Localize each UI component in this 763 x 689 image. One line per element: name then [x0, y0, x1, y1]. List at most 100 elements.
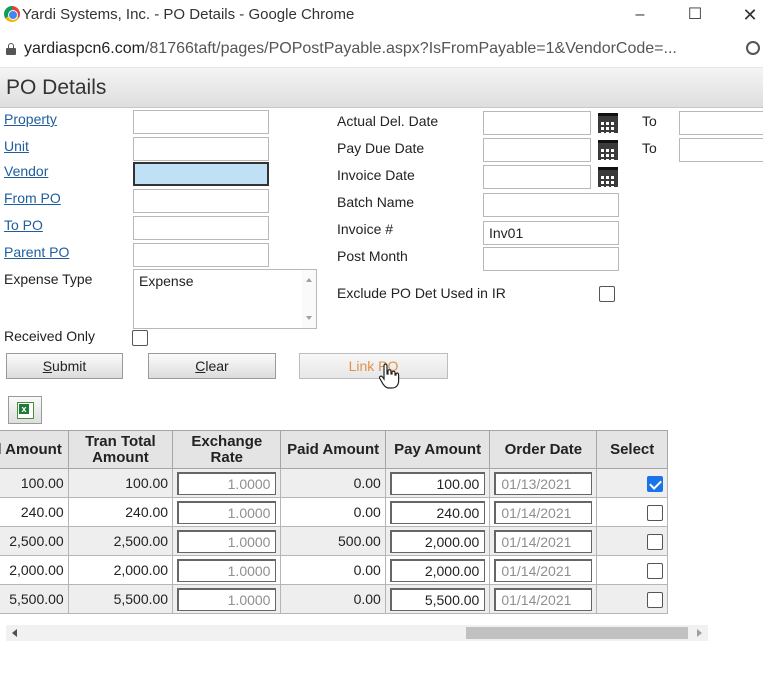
select-checkbox[interactable] [647, 533, 663, 550]
calendar-icon[interactable] [598, 167, 618, 187]
exchange-rate-input[interactable]: 1.0000 [177, 500, 277, 524]
select-cell [596, 497, 668, 527]
minimize-button[interactable]: – [620, 2, 660, 28]
invoice-date-input[interactable] [483, 165, 591, 189]
expense-type-scrollbar[interactable] [302, 270, 316, 328]
excel-export-icon[interactable]: x [8, 396, 42, 424]
pay-due-date-to-label: To [642, 140, 657, 156]
clear-button[interactable]: Clear [148, 353, 276, 379]
header-pay-amount[interactable]: Pay Amount [384, 430, 491, 469]
paid-amount-cell: 500.00 [280, 526, 386, 556]
select-cell [596, 555, 668, 585]
pay-amount-input[interactable]: 2,000.00 [389, 558, 486, 582]
close-button[interactable]: ✕ [730, 2, 763, 28]
order-date-input[interactable]: 01/14/2021 [494, 500, 593, 524]
scroll-down-icon[interactable] [306, 316, 312, 320]
link-po-button[interactable]: Link PO [299, 353, 448, 379]
from-po-link[interactable]: From PO [4, 190, 61, 206]
total-amount-cell: 2,500.00 [0, 526, 69, 556]
to-po-input[interactable] [133, 216, 269, 240]
order-date-input[interactable]: 01/14/2021 [494, 587, 593, 611]
order-date-input[interactable]: 01/13/2021 [494, 471, 593, 495]
expense-type-label: Expense Type [4, 271, 93, 287]
header-total-amount[interactable]: Total Amount [0, 430, 69, 469]
from-po-input[interactable] [133, 189, 269, 213]
order-date-cell: 01/14/2021 [489, 526, 598, 556]
exchange-rate-input[interactable]: 1.0000 [177, 587, 277, 611]
select-checkbox[interactable] [647, 475, 663, 492]
lock-icon[interactable] [6, 43, 16, 55]
property-input[interactable] [133, 110, 269, 134]
tran-total-cell: 5,500.00 [67, 584, 174, 614]
order-date-input[interactable]: 01/14/2021 [494, 529, 593, 553]
total-amount-cell: 5,500.00 [0, 584, 69, 614]
zoom-icon[interactable] [746, 41, 760, 55]
order-date-cell: 01/14/2021 [489, 497, 598, 527]
tran-total-cell: 2,500.00 [67, 526, 174, 556]
table-row: 240.00 240.00 1.0000 0.00 240.00 01/14/2… [0, 497, 668, 527]
paid-amount-cell: 0.00 [280, 584, 386, 614]
exchange-rate-input[interactable]: 1.0000 [177, 558, 277, 582]
header-exchange-rate[interactable]: Exchange Rate [172, 430, 282, 469]
invoice-number-input[interactable] [483, 221, 619, 245]
maximize-button[interactable]: ☐ [675, 2, 715, 28]
submit-accesskey: S [42, 358, 53, 374]
header-paid-amount[interactable]: Paid Amount [280, 430, 386, 469]
parent-po-input[interactable] [133, 243, 269, 267]
table-row: 100.00 100.00 1.0000 0.00 100.00 01/13/2… [0, 468, 668, 498]
exclude-po-label: Exclude PO Det Used in IR [337, 285, 506, 301]
pay-amount-input[interactable]: 2,000.00 [389, 529, 486, 553]
page-title: PO Details [6, 76, 107, 99]
exchange-rate-cell: 1.0000 [172, 555, 282, 585]
pay-due-date-to-input[interactable] [679, 138, 763, 162]
table-row: 2,500.00 2,500.00 1.0000 500.00 2,000.00… [0, 526, 668, 556]
scroll-left-icon[interactable] [12, 629, 17, 637]
grid-horizontal-scrollbar[interactable] [6, 625, 708, 641]
tran-total-cell: 100.00 [67, 468, 174, 498]
pay-due-date-input[interactable] [483, 138, 591, 162]
pay-amount-input[interactable]: 5,500.00 [389, 587, 486, 611]
vendor-link[interactable]: Vendor [4, 163, 48, 179]
batch-name-input[interactable] [483, 193, 619, 217]
scrollbar-thumb[interactable] [466, 627, 688, 639]
exclude-po-checkbox[interactable] [599, 286, 615, 302]
select-cell [596, 468, 668, 498]
received-only-checkbox[interactable] [132, 330, 148, 346]
calendar-icon[interactable] [598, 113, 618, 133]
exchange-rate-input[interactable]: 1.0000 [177, 471, 277, 495]
to-po-link[interactable]: To PO [4, 217, 43, 233]
actual-del-date-to-label: To [642, 113, 657, 129]
pay-amount-input[interactable]: 100.00 [389, 471, 486, 495]
url-text[interactable]: yardiaspcn6.com/81766taft/pages/POPostPa… [24, 40, 729, 58]
tran-total-cell: 240.00 [67, 497, 174, 527]
header-order-date[interactable]: Order Date [489, 430, 598, 469]
select-checkbox[interactable] [647, 504, 663, 521]
unit-input[interactable] [133, 137, 269, 161]
paid-amount-cell: 0.00 [280, 497, 386, 527]
order-date-input[interactable]: 01/14/2021 [494, 558, 593, 582]
header-tran-total-amount[interactable]: Tran Total Amount [67, 430, 174, 469]
exchange-rate-cell: 1.0000 [172, 584, 282, 614]
actual-del-date-to-input[interactable] [679, 111, 763, 135]
parent-po-link[interactable]: Parent PO [4, 244, 69, 260]
exchange-rate-input[interactable]: 1.0000 [177, 529, 277, 553]
address-bar[interactable]: yardiaspcn6.com/81766taft/pages/POPostPa… [0, 32, 763, 68]
select-checkbox[interactable] [647, 562, 663, 579]
property-link[interactable]: Property [4, 111, 57, 127]
actual-del-date-input[interactable] [483, 111, 591, 135]
scroll-up-icon[interactable] [306, 278, 312, 282]
scroll-right-icon[interactable] [697, 629, 702, 637]
header-select[interactable]: Select [596, 430, 668, 469]
unit-link[interactable]: Unit [4, 138, 29, 154]
calendar-icon[interactable] [598, 140, 618, 160]
pay-amount-cell: 5,500.00 [384, 584, 491, 614]
select-checkbox[interactable] [647, 591, 663, 608]
submit-button[interactable]: Submit [6, 353, 123, 379]
post-month-input[interactable] [483, 247, 619, 271]
invoice-date-label: Invoice Date [337, 167, 415, 183]
table-row: 5,500.00 5,500.00 1.0000 0.00 5,500.00 0… [0, 584, 668, 614]
pay-amount-input[interactable]: 240.00 [389, 500, 486, 524]
vendor-input[interactable] [133, 162, 269, 186]
expense-type-value[interactable]: Expense [139, 273, 193, 289]
expense-type-list[interactable]: Expense [133, 269, 317, 329]
